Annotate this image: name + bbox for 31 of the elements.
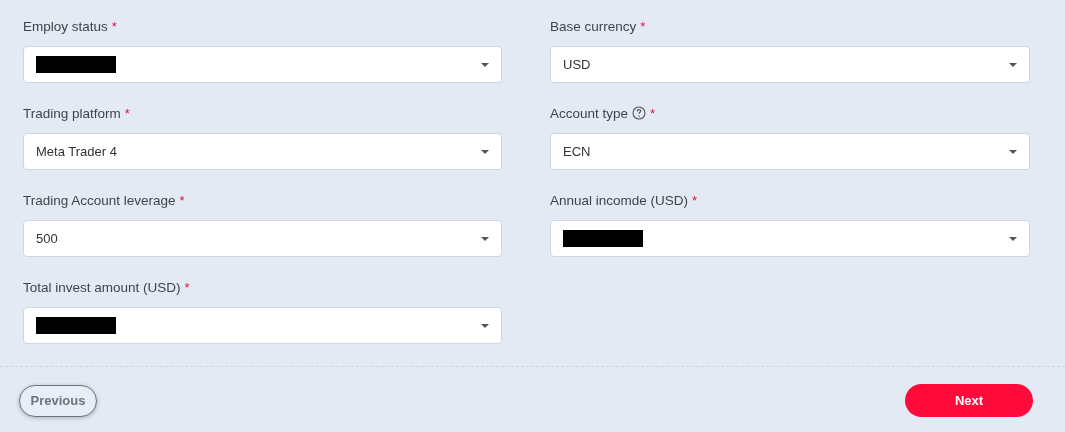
dropdown-field[interactable]: 500 xyxy=(23,220,502,257)
required-mark: * xyxy=(179,192,185,208)
field-label: Total invest amount (USD) xyxy=(23,279,181,295)
dropdown-field[interactable]: USD xyxy=(550,46,1030,83)
required-mark: * xyxy=(692,192,698,208)
next-button[interactable]: Next xyxy=(905,384,1033,417)
caret-icon xyxy=(1009,236,1017,241)
dropdown-field[interactable] xyxy=(23,307,502,344)
caret-icon xyxy=(1009,149,1017,154)
field-label: Base currency xyxy=(550,18,637,34)
caret-icon xyxy=(481,149,489,154)
field-label: Account type xyxy=(550,105,629,121)
required-mark: * xyxy=(124,105,130,121)
dropdown-field[interactable] xyxy=(550,220,1030,257)
field-label: Annual incomde (USD) xyxy=(550,192,689,208)
caret-icon xyxy=(481,323,489,328)
help-icon[interactable] xyxy=(632,106,647,120)
required-mark: * xyxy=(184,279,190,295)
required-mark: * xyxy=(111,18,117,34)
dropdown-field[interactable]: ECN xyxy=(550,133,1030,170)
field-label: Employ status xyxy=(23,18,108,34)
dropdown-field[interactable] xyxy=(23,46,502,83)
previous-button[interactable]: Previous xyxy=(19,384,97,417)
required-mark: * xyxy=(640,18,646,34)
field-label: Trading platform xyxy=(23,105,121,121)
caret-icon xyxy=(481,236,489,241)
caret-icon xyxy=(481,62,489,67)
dropdown-field[interactable]: Meta Trader 4 xyxy=(23,133,502,170)
required-mark: * xyxy=(650,105,656,121)
caret-icon xyxy=(1009,62,1017,67)
field-label: Trading Account leverage xyxy=(23,192,176,208)
